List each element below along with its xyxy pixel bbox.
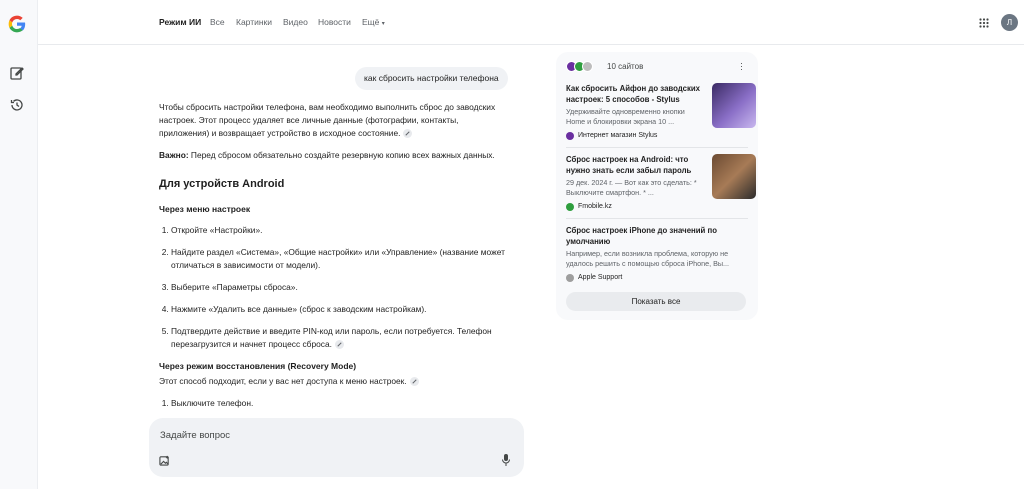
card-divider	[566, 218, 748, 219]
source-card-site: Apple Support	[566, 273, 748, 283]
user-query-bubble: как сбросить настройки телефона	[355, 67, 508, 90]
link-icon[interactable]	[409, 377, 419, 387]
apple-favicon-icon	[582, 61, 593, 72]
step-item: Откройте «Настройки».	[171, 224, 511, 237]
source-card-site: Fmobile.kz	[566, 202, 748, 212]
new-chat-icon[interactable]	[9, 65, 25, 81]
source-card-thumbnail	[712, 83, 756, 128]
left-rail	[0, 0, 38, 489]
android-heading: Для устройств Android	[159, 178, 285, 190]
step-item: Выключите телефон.	[171, 397, 511, 410]
step-item: Подтвердите действие и введите PIN-код и…	[171, 325, 511, 351]
source-card-site-name: Apple Support	[578, 274, 623, 281]
step-item: Выберите «Параметры сброса».	[171, 281, 511, 294]
recovery-heading: Через режим восстановления (Recovery Mod…	[159, 361, 357, 371]
source-card-title: Сброс настроек iPhone до значений по умо…	[566, 226, 717, 246]
more-vert-icon[interactable]: · · ·	[740, 59, 743, 74]
source-card[interactable]: Как сбросить Айфон до заводских настроек…	[566, 83, 756, 141]
avatar[interactable]: Л	[1001, 14, 1018, 31]
history-icon[interactable]	[9, 97, 25, 113]
ask-input-placeholder: Задайте вопрос	[160, 430, 231, 441]
tab-more[interactable]: Ещё ▾	[362, 17, 385, 27]
source-card-thumbnail	[712, 154, 756, 199]
recovery-steps: Выключите телефон.	[159, 397, 511, 410]
caret-down-icon: ▾	[381, 21, 385, 27]
google-logo-icon[interactable]	[7, 14, 27, 34]
link-icon[interactable]	[334, 340, 344, 350]
important-note: Важно: Перед сбросом обязательно создайт…	[159, 149, 511, 162]
tab-news[interactable]: Новости	[318, 17, 351, 27]
tab-all[interactable]: Все	[210, 17, 225, 27]
source-card-snippet: Например, если возникла проблема, котору…	[566, 249, 730, 268]
source-card-site-name: Интернет магазин Stylus	[578, 132, 658, 139]
source-card-title: Сброс настроек на Android: что нужно зна…	[566, 155, 692, 175]
show-all-button[interactable]: Показать все	[566, 292, 746, 311]
recovery-intro: Этот способ подходит, если у вас нет дос…	[159, 375, 511, 388]
ai-answer: Чтобы сбросить настройки телефона, вам н…	[159, 101, 511, 419]
source-card-snippet: Удерживайте одновременно кнопки Home и б…	[566, 107, 685, 126]
mic-icon[interactable]	[501, 454, 511, 466]
sources-panel: 10 сайтов · · · Как сбросить Айфон до заво…	[556, 52, 758, 320]
top-nav: Режим ИИ Все Картинки Видео Новости Ещё …	[38, 0, 1024, 45]
source-card[interactable]: Сброс настроек iPhone до значений по умо…	[566, 225, 748, 283]
card-divider	[566, 147, 748, 148]
recovery-intro-text: Этот способ подходит, если у вас нет дос…	[159, 376, 407, 386]
step-text: Подтвердите действие и введите PIN-код и…	[171, 326, 492, 349]
stylus-favicon-icon	[566, 132, 574, 140]
add-image-icon[interactable]	[159, 455, 170, 466]
source-card-site-name: Fmobile.kz	[578, 203, 612, 210]
tab-ai-mode[interactable]: Режим ИИ	[159, 17, 201, 27]
tab-more-label: Ещё	[362, 17, 380, 27]
apps-grid-icon[interactable]	[979, 18, 989, 28]
tab-video[interactable]: Видео	[283, 17, 308, 27]
sources-count: 10 сайтов	[607, 62, 644, 71]
menu-steps: Откройте «Настройки». Найдите раздел «Си…	[159, 224, 511, 351]
important-label: Важно:	[159, 150, 189, 160]
source-card-title: Как сбросить Айфон до заводских настроек…	[566, 84, 700, 104]
tab-images[interactable]: Картинки	[236, 17, 272, 27]
source-card-snippet: 29 дек. 2024 г. — Вот как это сделать: *…	[566, 178, 697, 197]
source-card[interactable]: Сброс настроек на Android: что нужно зна…	[566, 154, 756, 212]
answer-intro: Чтобы сбросить настройки телефона, вам н…	[159, 101, 511, 140]
important-text: Перед сбросом обязательно создайте резер…	[188, 150, 495, 160]
answer-intro-text: Чтобы сбросить настройки телефона, вам н…	[159, 102, 496, 138]
step-item: Найдите раздел «Система», «Общие настрой…	[171, 246, 511, 272]
fmobile-favicon-icon	[566, 203, 574, 211]
ask-input[interactable]: Задайте вопрос	[149, 418, 524, 477]
link-icon[interactable]	[403, 129, 413, 139]
source-card-site: Интернет магазин Stylus	[566, 131, 748, 141]
menu-heading: Через меню настроек	[159, 204, 251, 214]
apple-favicon-icon	[566, 274, 574, 282]
step-item: Нажмите «Удалить все данные» (сброс к за…	[171, 303, 511, 316]
